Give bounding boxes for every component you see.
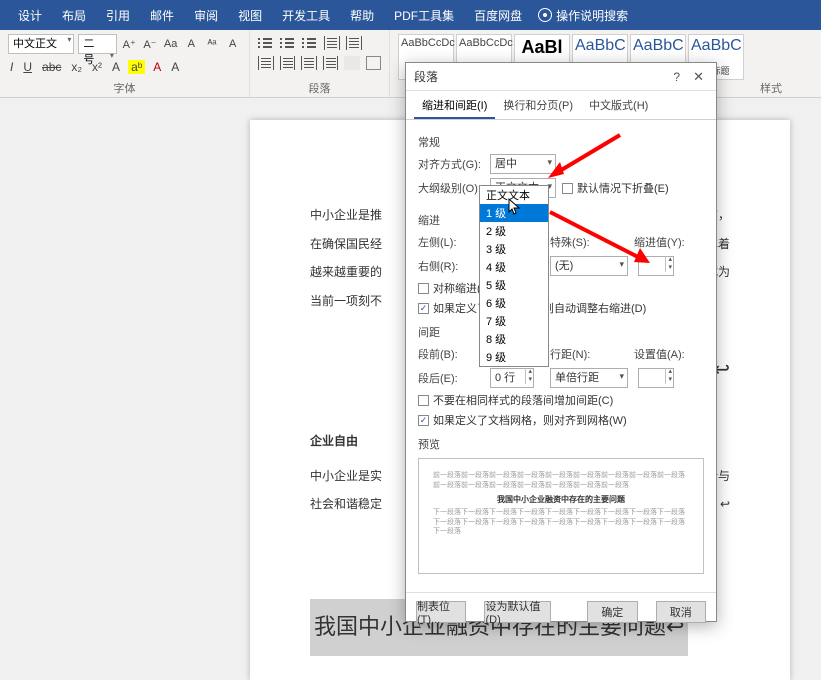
tab-help[interactable]: 帮助 [340, 0, 384, 30]
line-spacing-select[interactable]: 单倍行距 [550, 368, 628, 388]
justify-icon[interactable] [323, 56, 339, 70]
dialog-help-button[interactable]: ? [667, 70, 686, 84]
font-size-select[interactable]: 二号 [78, 34, 117, 54]
dialog-tabs: 缩进和间距(I) 换行和分页(P) 中文版式(H) [406, 91, 716, 120]
borders-icon[interactable] [366, 56, 382, 70]
dialog-close-button[interactable]: ✕ [689, 69, 708, 84]
special-label: 特殊(S): [550, 234, 600, 250]
tab-mailings[interactable]: 邮件 [140, 0, 184, 30]
highlight-button[interactable]: aᵇ [128, 60, 145, 74]
cancel-button[interactable]: 取消 [656, 601, 706, 623]
checkbox-icon: ✓ [418, 303, 429, 314]
shading-icon[interactable] [344, 56, 359, 70]
dropdown-option[interactable]: 8 级 [480, 330, 548, 348]
bullets-icon[interactable] [258, 36, 274, 50]
char-border-button[interactable]: A [224, 35, 241, 53]
font-group: 中文正文 二号 A⁺ A⁻ Aa A ᴬᵃ A I U abc x₂ x² A … [0, 30, 250, 97]
special-indent-select[interactable]: (无) [550, 256, 628, 276]
checkbox-icon [418, 283, 429, 294]
tab-chinese-typography[interactable]: 中文版式(H) [581, 91, 656, 119]
font-color-button[interactable]: A [151, 60, 163, 74]
checkbox-icon [418, 395, 429, 406]
outline-label: 大纲级别(O): [418, 180, 484, 196]
set-value-input[interactable] [638, 368, 674, 388]
lightbulb-icon [538, 8, 552, 22]
tell-me-label: 操作说明搜索 [556, 7, 628, 24]
section-spacing: 间距 [418, 324, 704, 340]
font-name-select[interactable]: 中文正文 [8, 34, 74, 54]
auto-right-indent-checkbox[interactable]: ✓ 如果定义了文档网格，则自动调整右缩进(D) [418, 300, 704, 316]
space-before-label: 段前(B): [418, 346, 484, 362]
paragraph-group: 段落 [250, 30, 390, 97]
collapse-by-default-checkbox[interactable]: 默认情况下折叠(E) [562, 180, 669, 196]
dropdown-option[interactable]: 3 级 [480, 240, 548, 258]
left-indent-label: 左侧(L): [418, 234, 484, 250]
italic-button[interactable]: I [8, 60, 15, 74]
set-value-label: 设置值(A): [634, 346, 690, 362]
dropdown-option[interactable]: 6 级 [480, 294, 548, 312]
dropdown-option[interactable]: 4 级 [480, 258, 548, 276]
tab-review[interactable]: 审阅 [184, 0, 228, 30]
section-indent: 缩进 [418, 212, 704, 228]
paragraph-group-label: 段落 [250, 80, 389, 96]
tab-line-page-breaks[interactable]: 换行和分页(P) [495, 91, 581, 119]
clear-formatting-button[interactable]: A [183, 35, 200, 53]
tab-view[interactable]: 视图 [228, 0, 272, 30]
increase-indent-icon[interactable] [346, 36, 362, 50]
no-space-same-style-checkbox[interactable]: 不要在相同样式的段落间增加间距(C) [418, 392, 704, 408]
dialog-title: 段落 [414, 68, 438, 85]
tab-pdf-tools[interactable]: PDF工具集 [384, 0, 464, 30]
tab-baidu-netdisk[interactable]: 百度网盘 [464, 0, 532, 30]
text-effects-button[interactable]: A [110, 60, 122, 74]
tab-developer[interactable]: 开发工具 [272, 0, 340, 30]
ribbon-tab-bar: 设计 布局 引用 邮件 审阅 视图 开发工具 帮助 PDF工具集 百度网盘 操作… [0, 0, 821, 30]
align-center-icon[interactable] [280, 56, 296, 70]
grow-font-button[interactable]: A⁺ [121, 35, 138, 53]
dropdown-option[interactable]: 2 级 [480, 222, 548, 240]
multilevel-list-icon[interactable] [302, 36, 318, 50]
tab-references[interactable]: 引用 [96, 0, 140, 30]
underline-button[interactable]: U [21, 60, 34, 74]
tell-me-search[interactable]: 操作说明搜索 [538, 7, 628, 24]
indent-value-input[interactable] [638, 256, 674, 276]
checkbox-icon [562, 183, 573, 194]
ok-button[interactable]: 确定 [587, 601, 637, 623]
set-default-button[interactable]: 设为默认值(D) [484, 601, 551, 623]
tab-layout[interactable]: 布局 [52, 0, 96, 30]
tabs-button[interactable]: 制表位(T)... [416, 601, 466, 623]
change-case-button[interactable]: Aa [162, 35, 179, 53]
styles-group-label: 样式 [741, 80, 801, 96]
dropdown-option[interactable]: 9 级 [480, 348, 548, 366]
mouse-cursor-icon [508, 198, 522, 216]
snap-to-grid-checkbox[interactable]: ✓ 如果定义了文档网格，则对齐到网格(W) [418, 412, 704, 428]
line-spacing-label: 行距(N): [550, 346, 600, 362]
font-group-label: 字体 [0, 80, 249, 96]
indent-value-label: 缩进值(Y): [634, 234, 690, 250]
mirror-indents-checkbox[interactable]: 对称缩进(M) [418, 280, 704, 296]
tab-indent-spacing[interactable]: 缩进和间距(I) [414, 91, 495, 119]
dropdown-option[interactable]: 7 级 [480, 312, 548, 330]
subscript-button[interactable]: x₂ [69, 60, 84, 74]
paragraph-dialog: 段落 ? ✕ 缩进和间距(I) 换行和分页(P) 中文版式(H) 常规 对齐方式… [405, 62, 717, 622]
decrease-indent-icon[interactable] [324, 36, 340, 50]
align-label: 对齐方式(G): [418, 156, 484, 172]
alignment-select[interactable]: 居中 [490, 154, 556, 174]
align-right-icon[interactable] [301, 56, 317, 70]
char-shading-button[interactable]: A [169, 60, 181, 74]
preview-box: 前一段落前一段落前一段落前一段落前一段落前一段落前一段落前一段落前一段落前一段落… [418, 458, 704, 574]
right-indent-label: 右侧(R): [418, 258, 484, 274]
align-left-icon[interactable] [258, 56, 274, 70]
space-after-input[interactable]: 0 行 [490, 368, 534, 388]
section-general: 常规 [418, 134, 704, 150]
shrink-font-button[interactable]: A⁻ [142, 35, 159, 53]
tab-design[interactable]: 设计 [8, 0, 52, 30]
section-preview: 预览 [418, 436, 704, 452]
strikethrough-button[interactable]: abc [40, 60, 63, 74]
numbering-icon[interactable] [280, 36, 296, 50]
dropdown-option[interactable]: 5 级 [480, 276, 548, 294]
phonetic-guide-button[interactable]: ᴬᵃ [204, 35, 221, 53]
checkbox-icon: ✓ [418, 415, 429, 426]
space-after-label: 段后(E): [418, 370, 484, 386]
